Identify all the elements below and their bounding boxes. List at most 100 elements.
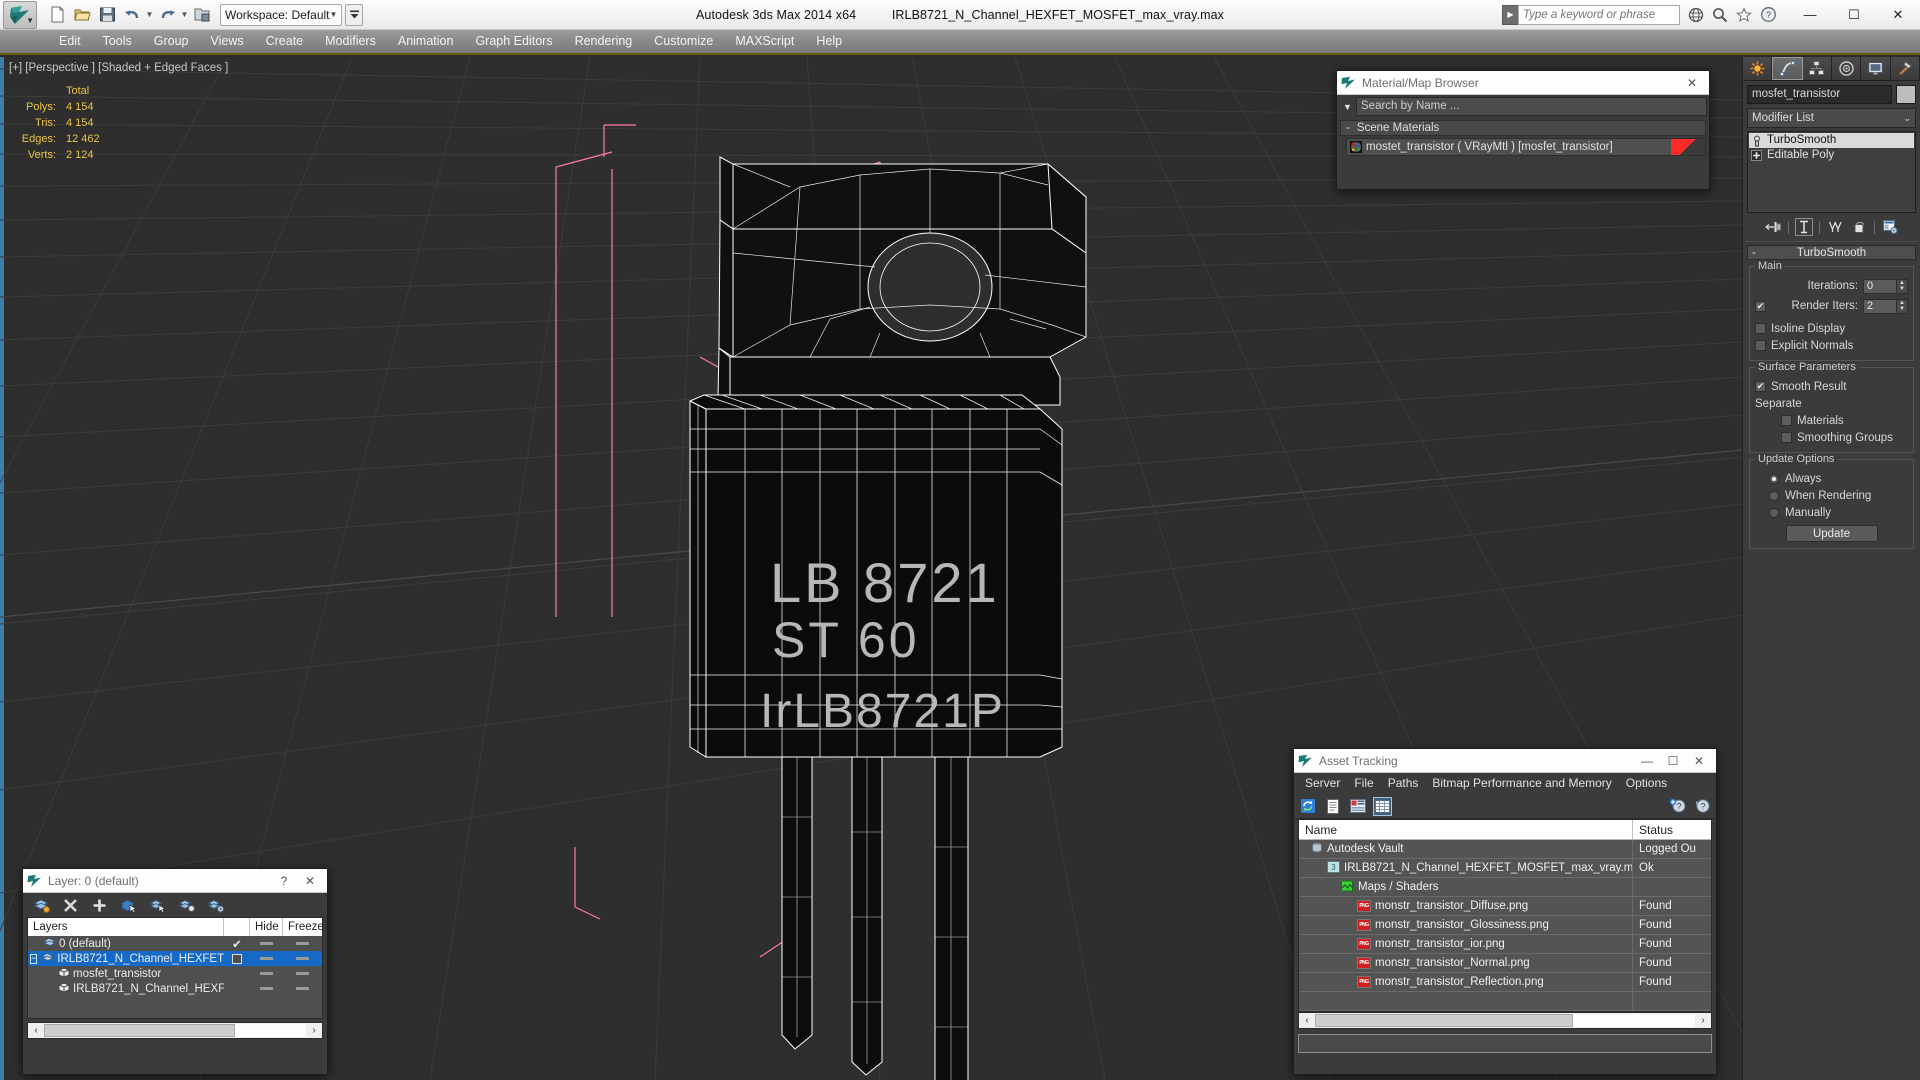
list-view-icon[interactable] [1323, 797, 1342, 816]
table-row[interactable]: 3 IRLB8721_N_Channel_HEXFET_MOSFET_max_v… [1299, 859, 1711, 878]
iterations-spinner[interactable]: ▲▼ [1863, 278, 1908, 294]
undo-button[interactable] [120, 3, 144, 27]
table-row[interactable]: PNG monstr_transistor_Diffuse.png Found [1299, 897, 1711, 916]
always-radio[interactable] [1769, 473, 1779, 484]
communication-center-button[interactable] [1685, 4, 1707, 26]
scroll-thumb[interactable] [44, 1024, 236, 1037]
layer-freeze-toggle[interactable] [283, 942, 322, 945]
show-end-result-icon[interactable] [1795, 218, 1813, 236]
asset-tracking-close-button[interactable]: ✕ [1686, 750, 1712, 772]
smooth-result-row[interactable]: ✔ Smooth Result [1755, 378, 1908, 395]
scroll-right-arrow-icon[interactable]: › [306, 1025, 322, 1036]
asset-tracking-titlebar[interactable]: Asset Tracking — ☐ ✕ [1294, 749, 1716, 773]
object-color-swatch[interactable] [1896, 85, 1916, 104]
list-item[interactable]: IRLB8721_N_Channel_HEXFET_MOSFET [28, 981, 322, 996]
asset-tracking-maximize-button[interactable]: ☐ [1660, 750, 1686, 772]
refresh-icon[interactable] [1298, 797, 1317, 816]
modifier-list-dropdown[interactable]: Modifier List ⌄ [1747, 108, 1916, 128]
minimize-button[interactable]: — [1788, 1, 1832, 29]
asset-menu-paths[interactable]: Paths [1381, 773, 1426, 794]
scene-materials-collapse-icon[interactable]: - [1346, 122, 1350, 134]
asset-horizontal-scrollbar[interactable]: ‹ › [1298, 1012, 1712, 1029]
rollout-header-turbosmooth[interactable]: - TurboSmooth [1747, 245, 1916, 260]
material-browser-menu-icon[interactable]: ▼ [1339, 97, 1356, 116]
menu-item-graph-editors[interactable]: Graph Editors [464, 29, 563, 54]
workspace-selector[interactable]: Workspace: Default ▼ [220, 3, 343, 26]
layer-dialog[interactable]: Layer: 0 (default) ? ✕ Layers Hide Freez… [22, 868, 328, 1075]
render-iters-checkbox[interactable]: ✔ [1755, 300, 1766, 312]
asset-table[interactable]: Name Status Autodesk Vault Logged Ou 3 I… [1298, 819, 1712, 1012]
object-name-field[interactable]: mosfet_transistor [1747, 85, 1892, 104]
material-browser-body[interactable] [1337, 156, 1709, 196]
asset-column-status[interactable]: Status [1633, 820, 1711, 839]
new-file-button[interactable] [45, 3, 69, 27]
configure-modifier-sets-icon[interactable] [1881, 218, 1899, 236]
asset-menu-server[interactable]: Server [1298, 773, 1347, 794]
search-expand-icon[interactable]: ▶ [1502, 4, 1518, 25]
menu-item-rendering[interactable]: Rendering [564, 29, 644, 54]
create-layer-icon[interactable] [33, 897, 50, 914]
update-option-manually[interactable]: Manually [1755, 504, 1908, 521]
update-option-when-rendering[interactable]: When Rendering [1755, 487, 1908, 504]
separate-materials-row[interactable]: Materials [1755, 412, 1908, 429]
render-iters-spinner-buttons[interactable]: ▲ ▼ [1897, 298, 1908, 314]
undo-dropdown-caret-icon[interactable]: ▼ [145, 10, 154, 19]
scroll-left-arrow-icon[interactable]: ‹ [28, 1025, 44, 1036]
render-iters-spinner[interactable]: ▲▼ [1863, 298, 1908, 314]
highlight-selected-icon[interactable] [178, 897, 195, 914]
search-input[interactable] [1518, 4, 1680, 25]
set-project-folder-button[interactable] [190, 3, 214, 27]
explicit-normals-row[interactable]: Explicit Normals [1755, 337, 1908, 354]
menu-item-edit[interactable]: Edit [48, 29, 92, 54]
asset-tracking-dialog[interactable]: Asset Tracking — ☐ ✕ Server File Paths B… [1293, 748, 1717, 1075]
modify-tab[interactable] [1772, 57, 1803, 80]
layer-table[interactable]: Layers Hide Freeze 0 (default) ✔ − IRLB8… [27, 917, 324, 1019]
delete-layer-icon[interactable] [62, 897, 79, 914]
separate-smoothing-groups-row[interactable]: Smoothing Groups [1755, 429, 1908, 446]
material-list-item[interactable]: mostet_transistor ( VRayMtl ) [mosfet_tr… [1346, 138, 1706, 156]
layer-current-check[interactable] [224, 953, 250, 964]
stack-item-editable-poly[interactable]: Editable Poly [1749, 148, 1914, 163]
utilities-tab[interactable] [1890, 57, 1920, 80]
open-file-button[interactable] [70, 3, 94, 27]
layer-horizontal-scrollbar[interactable]: ‹ › [27, 1022, 323, 1039]
remove-modifier-icon[interactable] [1850, 218, 1868, 236]
asset-column-name[interactable]: Name [1299, 820, 1633, 839]
when-rendering-radio[interactable] [1769, 490, 1779, 501]
asset-menu-options[interactable]: Options [1619, 773, 1674, 794]
plus-box-icon[interactable] [1751, 149, 1763, 162]
menu-item-create[interactable]: Create [255, 29, 315, 54]
isoline-display-checkbox[interactable] [1755, 323, 1766, 334]
layer-expander-icon[interactable]: − [30, 953, 38, 964]
layer-column-current[interactable] [224, 918, 250, 936]
scene-materials-group[interactable]: - Scene Materials [1340, 120, 1706, 136]
create-tab[interactable] [1743, 57, 1773, 80]
rollout-collapse-icon[interactable]: - [1752, 247, 1756, 259]
infocenter-search[interactable]: ▶ [1502, 4, 1680, 25]
menu-item-group[interactable]: Group [143, 29, 200, 54]
layer-hide-toggle[interactable] [250, 972, 283, 975]
separate-smoothing-groups-checkbox[interactable] [1781, 432, 1792, 443]
layer-hide-toggle[interactable] [250, 987, 283, 990]
pin-stack-icon[interactable] [1764, 218, 1782, 236]
help-icon[interactable]: ? [1693, 797, 1712, 816]
save-file-button[interactable] [95, 3, 119, 27]
asset-menu-file[interactable]: File [1347, 773, 1380, 794]
material-search-input[interactable]: Search by Name ... [1356, 97, 1707, 116]
make-unique-icon[interactable] [1826, 218, 1844, 236]
scroll-track[interactable] [1315, 1014, 1695, 1027]
layer-dialog-help-button[interactable]: ? [271, 870, 297, 892]
detail-view-icon[interactable] [1348, 797, 1367, 816]
isoline-display-row[interactable]: Isoline Display [1755, 320, 1908, 337]
render-iters-input[interactable] [1863, 298, 1897, 314]
scroll-right-arrow-icon[interactable]: › [1695, 1015, 1711, 1026]
layer-column-freeze[interactable]: Freeze [283, 918, 324, 936]
update-option-always[interactable]: Always [1755, 470, 1908, 487]
help-add-icon[interactable]: ? [1668, 797, 1687, 816]
table-row[interactable]: PNG monstr_transistor_Reflection.png Fou… [1299, 973, 1711, 992]
menu-item-maxscript[interactable]: MAXScript [724, 29, 805, 54]
modifier-stack[interactable]: TurboSmooth Editable Poly [1747, 131, 1916, 213]
table-row[interactable]: PNG monstr_transistor_Glossiness.png Fou… [1299, 916, 1711, 935]
asset-menu-bitmap-performance[interactable]: Bitmap Performance and Memory [1425, 773, 1618, 794]
scroll-thumb[interactable] [1315, 1014, 1574, 1027]
